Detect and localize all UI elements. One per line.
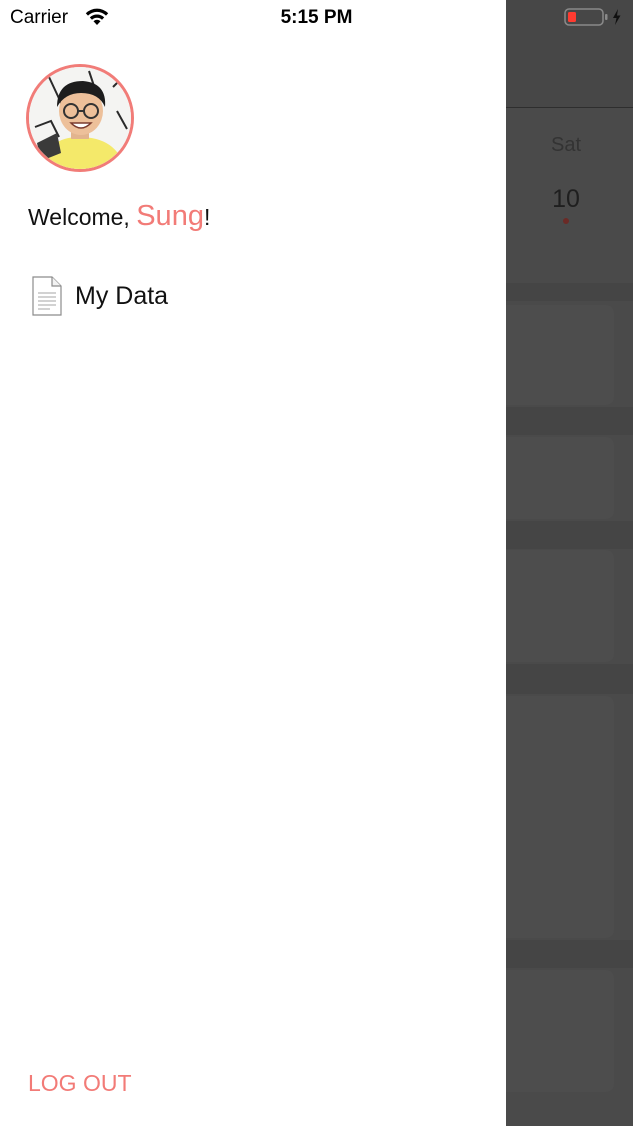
user-name: Sung [136, 200, 204, 232]
welcome-prefix: Welcome, [28, 204, 137, 230]
background-card [506, 437, 614, 519]
side-drawer: Welcome, Sung! My Data LOG OUT [0, 0, 506, 1126]
menu-item-label: My Data [75, 282, 169, 310]
background-divider [506, 940, 633, 968]
background-card [506, 305, 614, 405]
logout-button[interactable]: LOG OUT [28, 1070, 132, 1097]
battery-low-charging-icon [564, 8, 621, 26]
background-day-number: 10 [552, 185, 580, 213]
background-divider [506, 407, 633, 435]
welcome-message: Welcome, Sung! [28, 200, 210, 233]
welcome-suffix: ! [203, 204, 211, 230]
status-bar: Carrier 5:15 PM [0, 0, 633, 36]
background-weekday-label: Sat [550, 134, 582, 156]
background-divider [506, 521, 633, 549]
background-event-dot [563, 218, 569, 224]
background-divider [506, 283, 633, 301]
document-icon [32, 276, 62, 316]
user-avatar-photo [29, 67, 131, 169]
background-card [506, 696, 614, 938]
background-divider [506, 664, 633, 694]
menu-item-my-data[interactable]: My Data [28, 274, 488, 320]
background-card [506, 550, 614, 662]
background-card [506, 970, 614, 1092]
status-time: 5:15 PM [280, 7, 353, 28]
avatar[interactable] [26, 64, 134, 172]
